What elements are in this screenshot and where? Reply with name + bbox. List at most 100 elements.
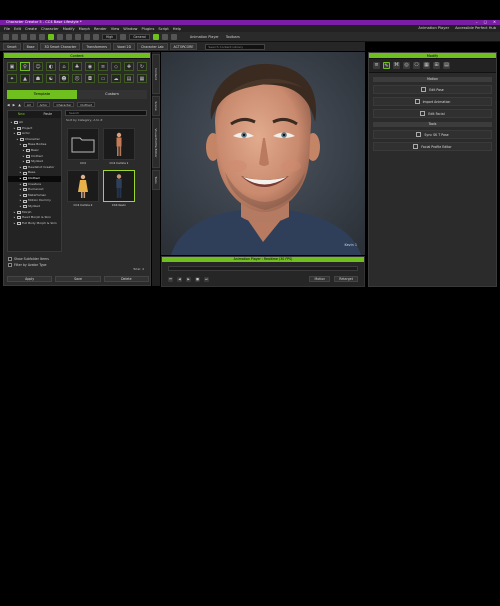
- paste-button[interactable]: Paste: [35, 111, 62, 118]
- tab-base[interactable]: Base: [22, 43, 39, 50]
- 3d-viewport[interactable]: Kevin 1: [161, 52, 365, 255]
- open-project-icon[interactable]: [12, 33, 18, 40]
- light-category-icon[interactable]: ✦: [7, 74, 17, 83]
- skip-end-icon[interactable]: ⏭: [204, 276, 209, 282]
- quality-dropdown[interactable]: High: [102, 33, 118, 40]
- background-icon[interactable]: ▦: [137, 74, 147, 83]
- new-project-icon[interactable]: [3, 33, 9, 40]
- skip-start-icon[interactable]: ⏮: [168, 276, 173, 282]
- physics-tab-icon[interactable]: ⎔: [413, 62, 420, 69]
- back-arrow-icon[interactable]: ◀: [7, 103, 10, 107]
- render-preset-icon[interactable]: ▤: [124, 74, 134, 83]
- toolbars-toggle[interactable]: Toolbars: [226, 35, 240, 39]
- side-tab-tools[interactable]: Tools: [152, 170, 160, 190]
- stage-icon[interactable]: ▭: [98, 74, 108, 83]
- actor-icon[interactable]: ▣: [7, 62, 17, 71]
- skin-icon[interactable]: ◐: [46, 62, 56, 71]
- expand-arrow-icon[interactable]: ▸: [13, 221, 16, 227]
- menu-file[interactable]: File: [4, 27, 10, 31]
- material-tab-icon[interactable]: ◎: [403, 62, 410, 69]
- rotate-icon[interactable]: [66, 33, 72, 40]
- figure-icon[interactable]: ☗: [33, 74, 43, 83]
- thumbnail-kevin[interactable]: CC4 Kevin: [103, 170, 135, 207]
- prop-icon[interactable]: ▲: [20, 74, 30, 83]
- tab-character-lab[interactable]: Character Lab: [137, 43, 168, 50]
- scale-icon[interactable]: [75, 33, 81, 40]
- undo-icon[interactable]: [30, 33, 36, 40]
- light-icon[interactable]: [93, 33, 99, 40]
- delete-button[interactable]: Delete: [103, 276, 149, 282]
- up-folder-icon[interactable]: ▲: [18, 103, 21, 107]
- grid-tab-icon[interactable]: ⊞: [433, 62, 440, 69]
- tab-smart[interactable]: Smart: [3, 43, 21, 50]
- breadcrumb-character[interactable]: Character: [53, 102, 75, 107]
- motion-button[interactable]: Motion: [309, 276, 331, 282]
- menu-right-anim[interactable]: Animation Player: [418, 26, 449, 30]
- grid-icon[interactable]: [120, 33, 127, 40]
- tab-custom[interactable]: Custom: [77, 90, 147, 99]
- save-icon[interactable]: [21, 33, 27, 40]
- edit-facial-button[interactable]: Edit Facial: [373, 109, 492, 118]
- menu-create[interactable]: Create: [25, 27, 37, 31]
- thumbnail-cc4[interactable]: CC4: [67, 128, 99, 165]
- reverse-icon[interactable]: ◀: [177, 276, 182, 282]
- expand-arrow-icon[interactable]: ▸: [22, 159, 25, 165]
- redo-icon[interactable]: [39, 33, 45, 40]
- tree-item[interactable]: ▸ Full Body Morph & Skin: [8, 221, 61, 227]
- head-icon[interactable]: ☺: [33, 62, 43, 71]
- sort-dropdown[interactable]: Sort by Category, A to Z: [65, 116, 147, 124]
- menu-modify[interactable]: Modify: [63, 27, 75, 31]
- camera-category-icon[interactable]: ◘: [85, 74, 95, 83]
- side-tab-content[interactable]: Content: [152, 54, 160, 94]
- render-icon[interactable]: [152, 33, 159, 40]
- pose-tab-icon[interactable]: ✎: [383, 62, 390, 69]
- morph-icon[interactable]: ☯: [46, 74, 56, 83]
- breadcrumb-all[interactable]: All: [23, 102, 34, 107]
- camera-icon[interactable]: [84, 33, 90, 40]
- menu-right-hub[interactable]: Accessible Perfect Hub: [455, 26, 496, 30]
- menu-plugins[interactable]: Plugins: [141, 27, 154, 31]
- save-button[interactable]: Save: [55, 276, 101, 282]
- hair-icon[interactable]: ♣: [72, 62, 82, 71]
- menu-view[interactable]: View: [111, 27, 120, 31]
- thumbnail-camila-2[interactable]: CC4 Camila 2: [67, 170, 99, 207]
- sync-tpose-button[interactable]: Sync SK T Pose: [373, 130, 492, 139]
- select-icon[interactable]: [48, 33, 54, 40]
- move-icon[interactable]: [57, 33, 63, 40]
- clothing-icon[interactable]: ⌂: [59, 62, 69, 71]
- snapshot-icon[interactable]: [161, 33, 168, 40]
- apply-button[interactable]: Apply: [7, 276, 53, 282]
- menu-render[interactable]: Render: [94, 27, 107, 31]
- tab-actorcore[interactable]: ACTORCORE: [169, 43, 198, 50]
- retarget-button[interactable]: Retarget: [334, 276, 358, 282]
- expression-icon[interactable]: ☹: [72, 74, 82, 83]
- forward-arrow-icon[interactable]: ▶: [13, 103, 16, 107]
- thumbnail-camila-1[interactable]: CC4 Camila 1: [103, 128, 135, 165]
- library-search-input[interactable]: Search Content Library: [205, 43, 266, 50]
- menu-edit[interactable]: Edit: [14, 27, 21, 31]
- pose-icon[interactable]: ✚: [124, 62, 134, 71]
- play-icon[interactable]: ▶: [186, 276, 191, 282]
- side-tab-scene[interactable]: Scene: [152, 96, 160, 116]
- side-tab-visual-profile[interactable]: Visual Profile Editor: [152, 118, 160, 168]
- menu-script[interactable]: Script: [158, 27, 168, 31]
- menu-help[interactable]: Help: [173, 27, 181, 31]
- anim-player-toggle[interactable]: Animation Player: [190, 35, 219, 39]
- motion-icon[interactable]: ↻: [137, 62, 147, 71]
- display-mode-dropdown[interactable]: General: [129, 33, 150, 40]
- new-folder-button[interactable]: New: [8, 111, 35, 118]
- face-icon[interactable]: ☻: [59, 74, 69, 83]
- stop-icon[interactable]: ■: [195, 276, 200, 282]
- menu-window[interactable]: Window: [123, 27, 137, 31]
- morph-tab-icon[interactable]: ⌘: [393, 62, 400, 69]
- edit-pose-button[interactable]: Edit Pose: [373, 85, 492, 94]
- menu-character[interactable]: Character: [41, 27, 59, 31]
- filter-avatar-checkbox[interactable]: Filter by Avatar Type: [8, 262, 146, 268]
- eye-icon[interactable]: ◉: [85, 62, 95, 71]
- tab-voxel[interactable]: Voxel 2D: [113, 43, 136, 50]
- tab-template[interactable]: Template: [7, 90, 77, 99]
- accessory-icon[interactable]: ◇: [111, 62, 121, 71]
- atmosphere-icon[interactable]: ☁: [111, 74, 121, 83]
- list-tab-icon[interactable]: ▤: [443, 62, 450, 69]
- breadcrumb-actor[interactable]: Actor: [36, 102, 51, 107]
